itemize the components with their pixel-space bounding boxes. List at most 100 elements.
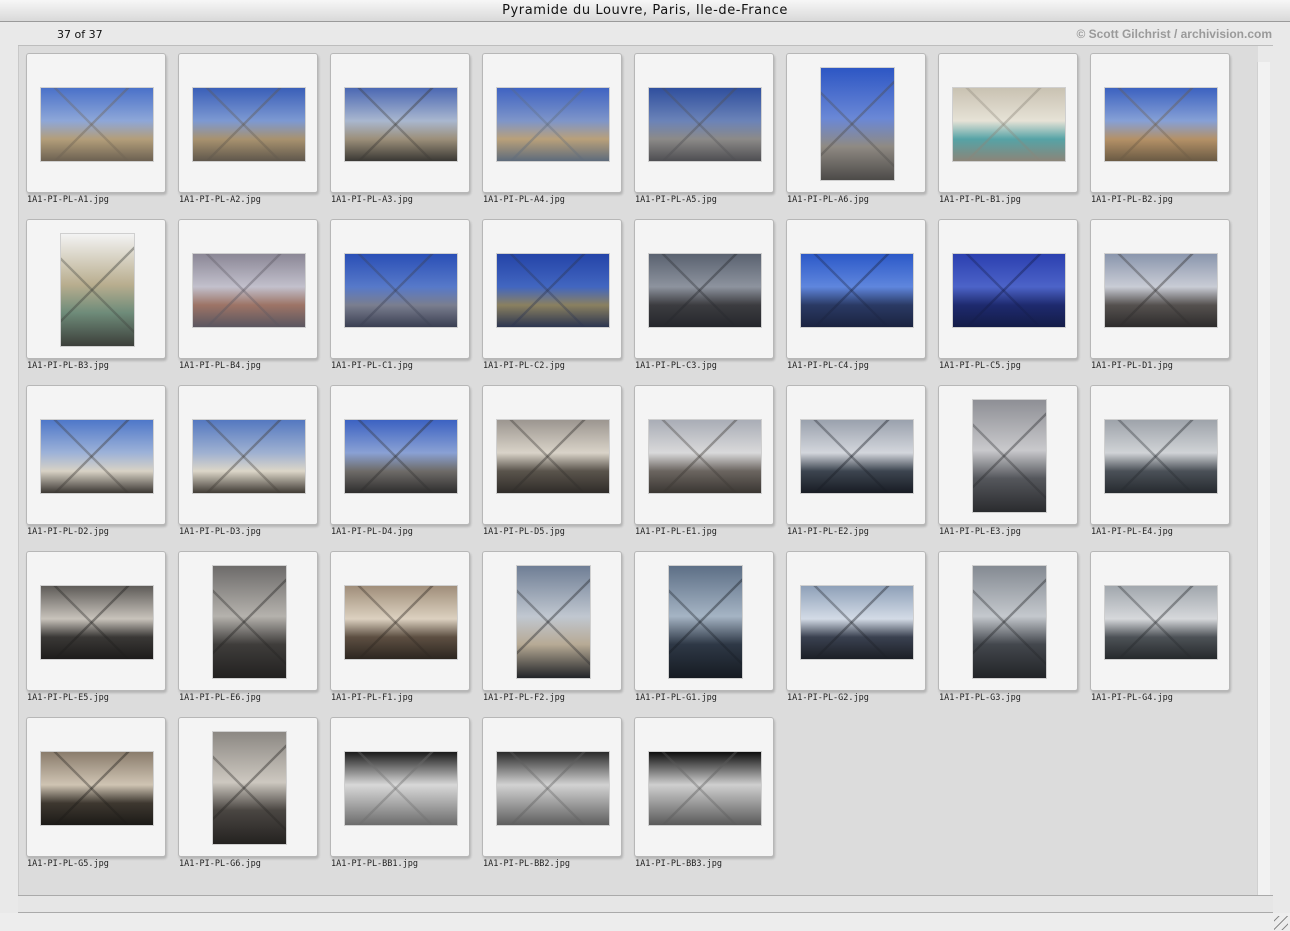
slide-frame[interactable]: [786, 385, 926, 525]
vertical-scrollbar[interactable]: [1257, 62, 1270, 898]
thumbnail-image[interactable]: [1105, 420, 1217, 493]
thumbnail-image[interactable]: [669, 566, 742, 678]
slide-frame[interactable]: [178, 551, 318, 691]
thumbnail-item[interactable]: 1A1-PI-PL-C2.jpg: [482, 219, 622, 379]
slide-frame[interactable]: [26, 53, 166, 193]
slide-frame[interactable]: [634, 385, 774, 525]
thumbnail-image[interactable]: [345, 752, 457, 825]
thumbnail-image[interactable]: [801, 586, 913, 659]
thumbnail-item[interactable]: 1A1-PI-PL-E2.jpg: [786, 385, 926, 545]
thumbnail-item[interactable]: 1A1-PI-PL-D5.jpg: [482, 385, 622, 545]
thumbnail-item[interactable]: 1A1-PI-PL-B2.jpg: [1090, 53, 1230, 213]
thumbnail-item[interactable]: 1A1-PI-PL-D4.jpg: [330, 385, 470, 545]
thumbnail-item[interactable]: 1A1-PI-PL-A2.jpg: [178, 53, 318, 213]
thumbnail-item[interactable]: 1A1-PI-PL-B1.jpg: [938, 53, 1078, 213]
thumbnail-item[interactable]: 1A1-PI-PL-E3.jpg: [938, 385, 1078, 545]
slide-frame[interactable]: [786, 551, 926, 691]
thumbnail-image[interactable]: [345, 254, 457, 327]
thumbnail-image[interactable]: [497, 752, 609, 825]
slide-frame[interactable]: [178, 53, 318, 193]
thumbnail-item[interactable]: 1A1-PI-PL-E4.jpg: [1090, 385, 1230, 545]
thumbnail-item[interactable]: 1A1-PI-PL-E6.jpg: [178, 551, 318, 711]
thumbnail-image[interactable]: [345, 88, 457, 161]
slide-frame[interactable]: [938, 385, 1078, 525]
slide-frame[interactable]: [482, 385, 622, 525]
thumbnail-item[interactable]: 1A1-PI-PL-A5.jpg: [634, 53, 774, 213]
slide-frame[interactable]: [938, 219, 1078, 359]
thumbnail-image[interactable]: [649, 752, 761, 825]
thumbnail-item[interactable]: 1A1-PI-PL-G2.jpg: [786, 551, 926, 711]
slide-frame[interactable]: [330, 717, 470, 857]
slide-frame[interactable]: [26, 717, 166, 857]
slide-frame[interactable]: [26, 219, 166, 359]
thumbnail-image[interactable]: [497, 254, 609, 327]
slide-frame[interactable]: [634, 53, 774, 193]
slide-frame[interactable]: [178, 717, 318, 857]
slide-frame[interactable]: [482, 53, 622, 193]
thumbnail-item[interactable]: 1A1-PI-PL-C3.jpg: [634, 219, 774, 379]
slide-frame[interactable]: [178, 385, 318, 525]
thumbnail-image[interactable]: [973, 400, 1046, 512]
thumbnail-image[interactable]: [193, 88, 305, 161]
slide-frame[interactable]: [938, 53, 1078, 193]
slide-frame[interactable]: [482, 219, 622, 359]
thumbnail-item[interactable]: 1A1-PI-PL-BB2.jpg: [482, 717, 622, 877]
thumbnail-image[interactable]: [213, 566, 286, 678]
slide-frame[interactable]: [482, 551, 622, 691]
slide-frame[interactable]: [178, 219, 318, 359]
slide-frame[interactable]: [634, 551, 774, 691]
slide-frame[interactable]: [330, 53, 470, 193]
thumbnail-image[interactable]: [1105, 88, 1217, 161]
thumbnail-item[interactable]: 1A1-PI-PL-G5.jpg: [26, 717, 166, 877]
thumbnail-item[interactable]: 1A1-PI-PL-E1.jpg: [634, 385, 774, 545]
thumbnail-item[interactable]: 1A1-PI-PL-C5.jpg: [938, 219, 1078, 379]
slide-frame[interactable]: [634, 219, 774, 359]
thumbnail-item[interactable]: 1A1-PI-PL-D2.jpg: [26, 385, 166, 545]
thumbnail-image[interactable]: [497, 88, 609, 161]
thumbnail-image[interactable]: [1105, 254, 1217, 327]
thumbnail-item[interactable]: 1A1-PI-PL-C1.jpg: [330, 219, 470, 379]
thumbnail-image[interactable]: [41, 586, 153, 659]
thumbnail-item[interactable]: 1A1-PI-PL-G4.jpg: [1090, 551, 1230, 711]
slide-frame[interactable]: [26, 385, 166, 525]
slide-frame[interactable]: [786, 219, 926, 359]
thumbnail-image[interactable]: [213, 732, 286, 844]
thumbnail-item[interactable]: 1A1-PI-PL-B3.jpg: [26, 219, 166, 379]
slide-frame[interactable]: [634, 717, 774, 857]
thumbnail-image[interactable]: [61, 234, 134, 346]
thumbnail-item[interactable]: 1A1-PI-PL-A4.jpg: [482, 53, 622, 213]
thumbnail-item[interactable]: 1A1-PI-PL-D1.jpg: [1090, 219, 1230, 379]
thumbnail-item[interactable]: 1A1-PI-PL-G6.jpg: [178, 717, 318, 877]
thumbnail-image[interactable]: [953, 88, 1065, 161]
thumbnail-item[interactable]: 1A1-PI-PL-A1.jpg: [26, 53, 166, 213]
thumbnail-item[interactable]: 1A1-PI-PL-D3.jpg: [178, 385, 318, 545]
horizontal-scrollbar[interactable]: [18, 895, 1273, 913]
slide-frame[interactable]: [330, 551, 470, 691]
thumbnail-image[interactable]: [801, 420, 913, 493]
thumbnail-image[interactable]: [41, 752, 153, 825]
slide-frame[interactable]: [330, 385, 470, 525]
thumbnail-item[interactable]: 1A1-PI-PL-E5.jpg: [26, 551, 166, 711]
thumbnail-image[interactable]: [649, 420, 761, 493]
slide-frame[interactable]: [1090, 385, 1230, 525]
thumbnail-image[interactable]: [649, 254, 761, 327]
resize-grip-icon[interactable]: [1274, 916, 1288, 930]
slide-frame[interactable]: [482, 717, 622, 857]
slide-frame[interactable]: [330, 219, 470, 359]
slide-frame[interactable]: [1090, 219, 1230, 359]
thumbnail-image[interactable]: [193, 420, 305, 493]
thumbnail-image[interactable]: [345, 420, 457, 493]
slide-frame[interactable]: [26, 551, 166, 691]
slide-frame[interactable]: [786, 53, 926, 193]
thumbnail-item[interactable]: 1A1-PI-PL-F1.jpg: [330, 551, 470, 711]
thumbnail-item[interactable]: 1A1-PI-PL-G1.jpg: [634, 551, 774, 711]
thumbnail-image[interactable]: [649, 88, 761, 161]
thumbnail-image[interactable]: [41, 88, 153, 161]
thumbnail-image[interactable]: [517, 566, 590, 678]
thumbnail-image[interactable]: [973, 566, 1046, 678]
thumbnail-image[interactable]: [801, 254, 913, 327]
thumbnail-item[interactable]: 1A1-PI-PL-F2.jpg: [482, 551, 622, 711]
thumbnail-image[interactable]: [953, 254, 1065, 327]
thumbnail-image[interactable]: [497, 420, 609, 493]
thumbnail-item[interactable]: 1A1-PI-PL-A3.jpg: [330, 53, 470, 213]
